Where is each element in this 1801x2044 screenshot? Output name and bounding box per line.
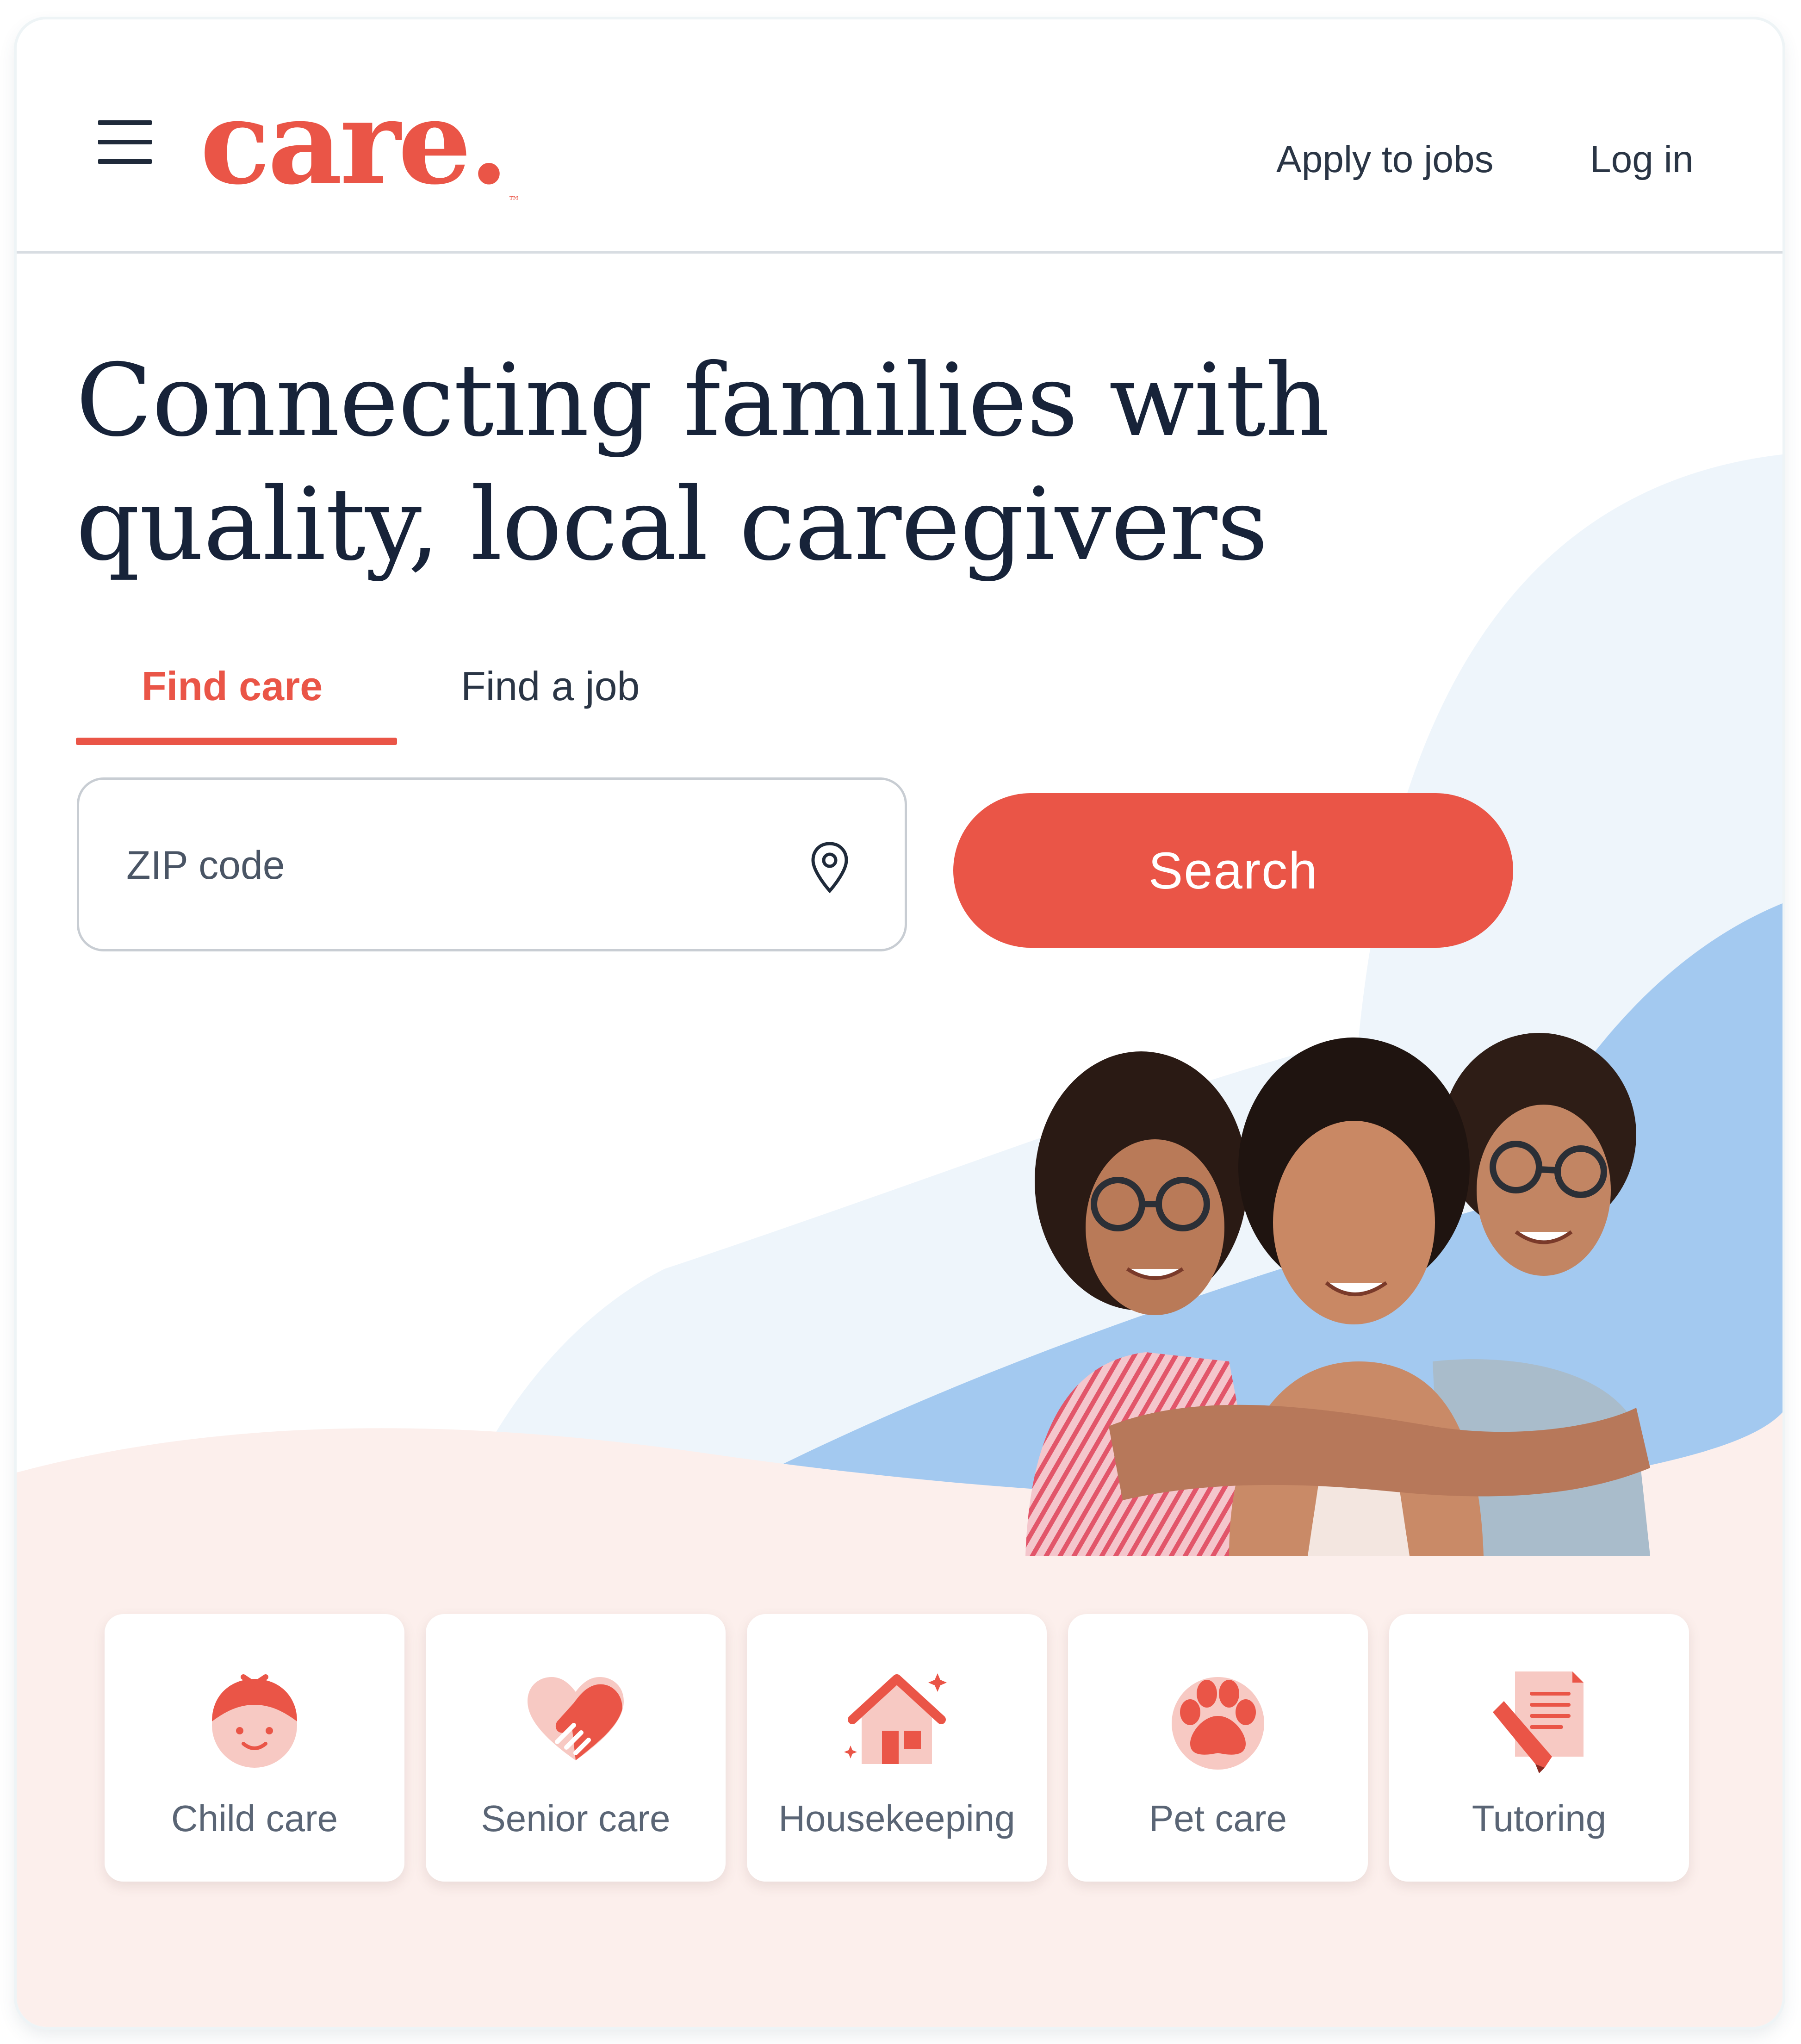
hamburger-menu-icon[interactable]: [98, 120, 152, 164]
house-sparkle-icon: [844, 1673, 947, 1764]
active-tab-indicator: [76, 738, 397, 745]
category-label: Senior care: [481, 1798, 671, 1839]
tab-find-care[interactable]: Find care: [142, 663, 323, 710]
search-button[interactable]: Search: [953, 793, 1513, 948]
category-card-housekeeping[interactable]: Housekeeping: [747, 1614, 1047, 1882]
category-card-tutoring[interactable]: Tutoring: [1389, 1614, 1689, 1882]
category-label: Child care: [171, 1798, 338, 1839]
category-label: Tutoring: [1472, 1798, 1607, 1839]
category-card-senior-care[interactable]: Senior care: [426, 1614, 726, 1882]
page-headline: Connecting families with quality, local …: [76, 339, 1557, 587]
page-frame: care. ™ Apply to jobs Log in Connecting f…: [17, 19, 1782, 2027]
headline-line-1: Connecting families with: [76, 342, 1329, 459]
headline-line-2: quality, local caregivers: [76, 466, 1268, 583]
apply-to-jobs-link[interactable]: Apply to jobs: [1276, 138, 1494, 181]
child-face-icon: [212, 1674, 297, 1768]
care-logo[interactable]: care. ™: [200, 84, 520, 207]
category-card-pet-care[interactable]: Pet care: [1068, 1614, 1368, 1882]
location-pin-icon[interactable]: [807, 840, 852, 895]
category-label: Pet care: [1149, 1798, 1287, 1839]
paw-icon: [1172, 1677, 1264, 1770]
heart-handshake-icon: [528, 1677, 624, 1760]
zip-code-input[interactable]: [125, 837, 775, 894]
tab-find-a-job[interactable]: Find a job: [461, 663, 640, 710]
document-pencil-icon: [1493, 1671, 1584, 1773]
zip-code-field[interactable]: [77, 777, 907, 951]
family-photo: [1025, 1033, 1650, 1556]
log-in-link[interactable]: Log in: [1590, 138, 1693, 181]
category-card-child-care[interactable]: Child care: [105, 1614, 404, 1882]
site-header: care. ™ Apply to jobs Log in: [17, 19, 1782, 254]
category-label: Housekeeping: [778, 1798, 1015, 1839]
